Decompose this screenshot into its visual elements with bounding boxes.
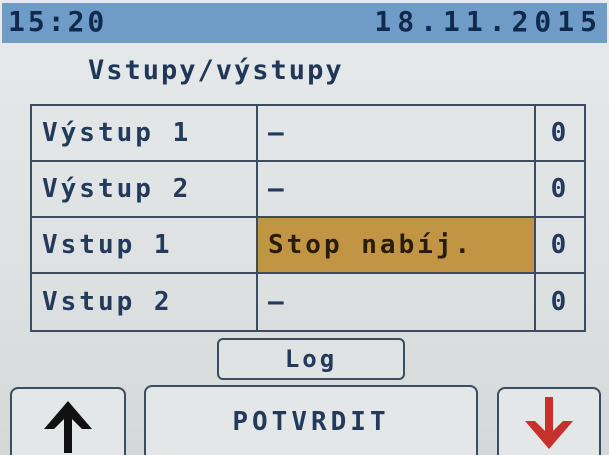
io-name: Vstup 1 xyxy=(32,218,258,272)
arrow-up-icon xyxy=(44,401,92,453)
table-row[interactable]: Vstup 1 Stop nabíj. 0 xyxy=(32,218,584,274)
io-state: – xyxy=(258,162,536,216)
current-date: 18.11.2015 xyxy=(374,5,603,38)
page-title: Vstupy/výstupy xyxy=(88,55,344,86)
scroll-up-button[interactable] xyxy=(10,387,126,455)
confirm-button[interactable]: POTVRDIT xyxy=(144,385,478,455)
arrow-down-icon xyxy=(525,397,573,449)
table-row[interactable]: Vstup 2 – 0 xyxy=(32,274,584,330)
io-value: 0 xyxy=(550,174,570,204)
scroll-down-button[interactable] xyxy=(497,387,601,455)
io-name: Výstup 2 xyxy=(32,162,258,216)
io-name: Vstup 2 xyxy=(32,274,258,330)
table-row[interactable]: Výstup 2 – 0 xyxy=(32,162,584,218)
io-state: – xyxy=(258,274,536,330)
status-bar: 15:20 18.11.2015 xyxy=(2,3,607,43)
io-table: Výstup 1 – 0 Výstup 2 – 0 Vstup 1 Stop n… xyxy=(30,104,586,332)
log-button[interactable]: Log xyxy=(217,338,405,380)
io-state: – xyxy=(258,106,536,160)
clock-time: 15:20 xyxy=(8,5,108,38)
io-value: 0 xyxy=(550,287,570,317)
io-value: 0 xyxy=(550,230,570,260)
device-screen: 15:20 18.11.2015 Vstupy/výstupy Výstup 1… xyxy=(0,0,609,455)
table-row[interactable]: Výstup 1 – 0 xyxy=(32,106,584,162)
io-value: 0 xyxy=(550,118,570,148)
io-name: Výstup 1 xyxy=(32,106,258,160)
io-state-active: Stop nabíj. xyxy=(258,218,536,272)
